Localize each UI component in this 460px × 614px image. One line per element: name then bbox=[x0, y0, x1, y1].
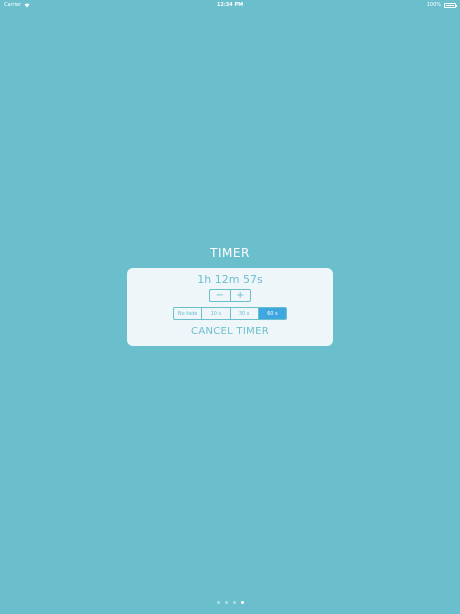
time-remaining: 1h 12m 57s bbox=[197, 273, 263, 286]
time-stepper: − + bbox=[209, 289, 251, 302]
decrement-button[interactable]: − bbox=[210, 290, 230, 301]
page-dot[interactable] bbox=[216, 601, 220, 604]
fade-option-30s[interactable]: 30 s bbox=[229, 308, 258, 319]
timer-card: 1h 12m 57s − + No fade 10 s 30 s 60 s CA… bbox=[127, 268, 333, 346]
fade-option-none[interactable]: No fade bbox=[174, 308, 201, 319]
cancel-timer-button[interactable]: CANCEL TIMER bbox=[127, 326, 333, 337]
fade-segmented-control: No fade 10 s 30 s 60 s bbox=[173, 307, 287, 320]
status-right: 100% bbox=[426, 0, 457, 10]
page-dot[interactable] bbox=[240, 601, 244, 604]
page-dot[interactable] bbox=[224, 601, 228, 604]
page-indicator[interactable] bbox=[0, 601, 460, 604]
battery-icon bbox=[444, 2, 457, 8]
fade-option-60s[interactable]: 60 s bbox=[257, 308, 286, 319]
status-bar: Carrier 12:34 PM 100% bbox=[0, 0, 460, 10]
battery-percent: 100% bbox=[426, 2, 441, 8]
increment-button[interactable]: + bbox=[229, 290, 251, 301]
page-dot[interactable] bbox=[232, 601, 236, 604]
fade-option-10s[interactable]: 10 s bbox=[201, 308, 229, 319]
timer-title: TIMER bbox=[210, 246, 250, 260]
clock: 12:34 PM bbox=[216, 2, 244, 8]
